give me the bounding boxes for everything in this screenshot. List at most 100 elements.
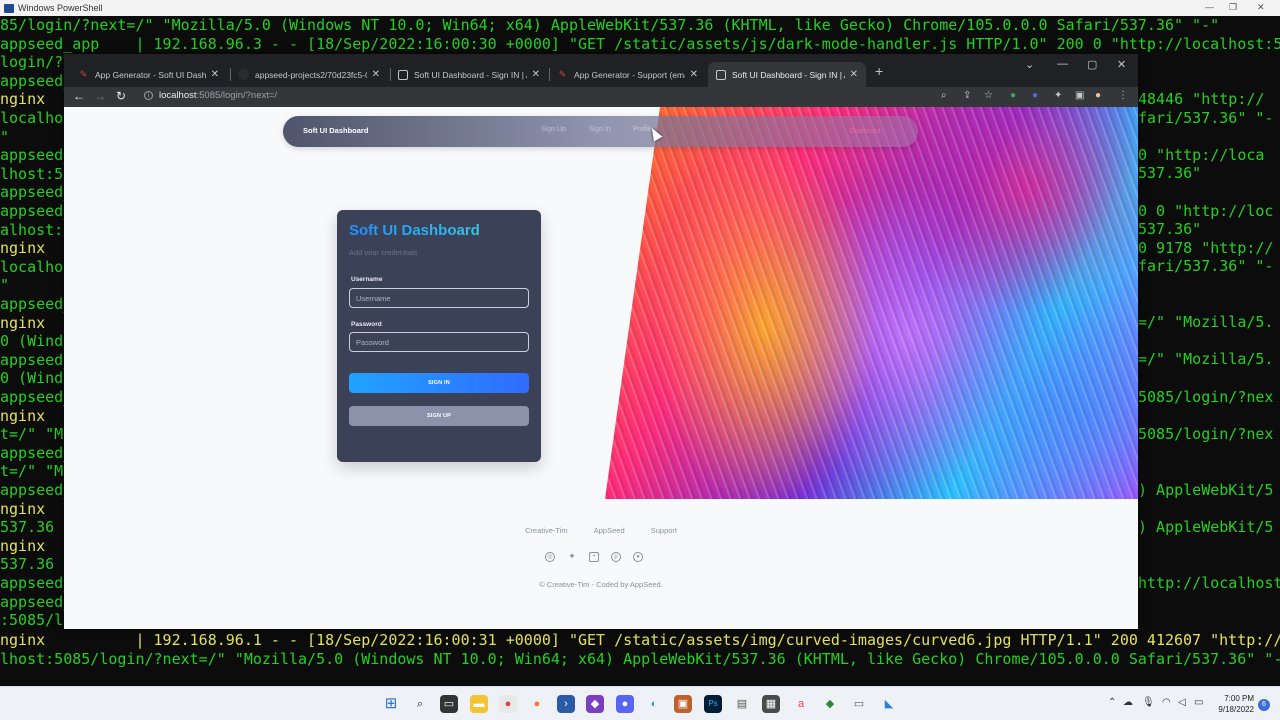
instagram-icon[interactable]: • xyxy=(589,552,599,562)
tab-5-active[interactable]: Soft UI Dashboard - Sign IN | Ap ✕ xyxy=(708,62,866,87)
notification-badge[interactable]: 6 xyxy=(1258,699,1270,711)
appgen-icon: ✎ xyxy=(79,69,88,79)
github-icon[interactable]: ● xyxy=(633,552,643,562)
back-arrow-icon[interactable]: ← xyxy=(73,89,85,103)
system-clock[interactable]: 7:00 PM 9/18/2022 xyxy=(1210,693,1254,715)
terminal-line-right: 5085/login/?nex xyxy=(1138,424,1274,443)
minimize-button[interactable]: — xyxy=(1057,58,1068,70)
edge-icon[interactable]: ◐ xyxy=(645,695,663,713)
terminal-line-right: fari/537.36" "- xyxy=(1138,108,1274,127)
close-tab-icon[interactable]: ✕ xyxy=(532,69,540,80)
app-icon[interactable]: ◆ xyxy=(821,695,839,713)
share-icon[interactable]: ⇪ xyxy=(963,90,971,101)
terminal-line: login/?n xyxy=(0,53,64,72)
close-tab-icon[interactable]: ✕ xyxy=(211,69,219,80)
footer-link-support[interactable]: Support xyxy=(651,526,677,535)
photoshop-icon[interactable]: Ps xyxy=(704,695,722,713)
tab-4[interactable]: ✎ App Generator - Support (email ✕ xyxy=(549,62,706,87)
close-button[interactable]: ✕ xyxy=(1117,58,1126,71)
card-subtitle: Add your credentials xyxy=(349,248,418,257)
tab-title: App Generator - Support (email xyxy=(574,69,685,80)
password-input[interactable] xyxy=(349,332,529,352)
extensions-puzzle-icon[interactable]: ✦ xyxy=(1054,90,1062,101)
tab-strip: ✎ App Generator - Soft UI Dashbo ✕ appse… xyxy=(64,54,1138,87)
site-info-icon[interactable]: i xyxy=(144,91,153,100)
terminal-line: nginx xyxy=(0,406,46,425)
zoom-icon[interactable]: ⌕ xyxy=(941,90,947,101)
screen-icon[interactable]: ▭ xyxy=(850,695,868,713)
nav-link-signin[interactable]: Sign In xyxy=(589,126,611,133)
tab-search-icon[interactable]: ⌄ xyxy=(1025,58,1034,71)
app-icon[interactable]: ▣ xyxy=(674,695,692,713)
page-content: Soft UI Dashboard Sign Up Sign In Profil… xyxy=(64,107,1138,629)
minimize-button[interactable]: — xyxy=(1205,2,1214,12)
start-windows-icon[interactable]: ⊞ xyxy=(382,695,400,713)
username-input[interactable] xyxy=(349,288,529,308)
task-view-icon[interactable]: ▭ xyxy=(440,695,458,713)
twitter-icon[interactable]: ✦ xyxy=(567,552,577,562)
signup-button[interactable]: SIGN UP xyxy=(349,406,529,426)
search-icon[interactable]: ⌕ xyxy=(411,695,429,713)
url-text[interactable]: localhost:5085/login/?next=/ xyxy=(159,90,277,101)
nav-link-signup[interactable]: Sign Up xyxy=(541,126,566,133)
terminal-line: 537.36 ( xyxy=(0,518,64,537)
terminal-icon[interactable]: ▤ xyxy=(733,695,751,713)
terminal-line: t=/" "Mo xyxy=(0,462,64,481)
download-button[interactable]: Download xyxy=(835,124,895,139)
maximize-button[interactable]: ❐ xyxy=(1229,2,1237,13)
reload-icon[interactable]: ↻ xyxy=(116,89,126,103)
tab-1[interactable]: ✎ App Generator - Soft UI Dashbo ✕ xyxy=(70,62,227,87)
chrome-icon[interactable]: ● xyxy=(499,695,517,713)
app-icon[interactable]: ▦ xyxy=(762,695,780,713)
maximize-button[interactable]: ▢ xyxy=(1087,58,1097,71)
terminal-line: " xyxy=(0,127,10,146)
terminal-line-right: 5085/login/?nex xyxy=(1138,387,1274,406)
terminal-line-right: ) AppleWebKit/5 xyxy=(1138,480,1274,499)
footer-link-creative-tim[interactable]: Creative-Tim xyxy=(525,526,568,535)
volume-icon[interactable]: ◁ xyxy=(1178,697,1186,708)
microphone-icon[interactable]: 🎙 xyxy=(1142,697,1155,708)
terminal-line: appseed_ xyxy=(0,481,64,499)
close-tab-icon[interactable]: ✕ xyxy=(372,69,380,80)
extension-icon[interactable]: ● xyxy=(1032,90,1038,101)
tab-3[interactable]: Soft UI Dashboard - Sign IN | Ap ✕ xyxy=(390,62,548,87)
bookmark-star-icon[interactable]: ☆ xyxy=(984,90,993,101)
close-tab-icon[interactable]: ✕ xyxy=(850,69,858,80)
terminal-line-right: =/" "Mozilla/5. xyxy=(1138,350,1274,369)
dribbble-icon[interactable]: ◎ xyxy=(545,552,555,562)
powershell-taskbar-icon[interactable]: › xyxy=(557,695,575,713)
cloud-icon[interactable]: ☁ xyxy=(1123,697,1133,708)
close-button[interactable]: ✕ xyxy=(1257,2,1265,13)
firefox-icon[interactable]: ● xyxy=(528,695,546,713)
app-icon[interactable]: ◆ xyxy=(586,695,604,713)
terminal-line: nginx | 192.168.96.1 - - [18/Sep/2022:16… xyxy=(0,631,1280,649)
pinterest-icon[interactable]: p xyxy=(611,552,621,562)
address-bar[interactable]: i localhost:5085/login/?next=/ xyxy=(139,88,933,105)
card-title: Soft UI Dashboard xyxy=(349,222,480,239)
tab-2[interactable]: appseed-projects2/70d23fc5-00 ✕ xyxy=(230,62,388,87)
top-navbar: Soft UI Dashboard Sign Up Sign In Profil… xyxy=(283,116,918,147)
side-panel-icon[interactable]: ▣ xyxy=(1075,90,1084,101)
terminal-line: localhos xyxy=(0,109,64,127)
forward-arrow-icon[interactable]: → xyxy=(94,89,106,103)
battery-icon[interactable]: ▭ xyxy=(1194,697,1203,708)
navbar-brand[interactable]: Soft UI Dashboard xyxy=(303,126,368,135)
wifi-icon[interactable]: ◠ xyxy=(1162,697,1171,708)
new-tab-button[interactable]: + xyxy=(875,63,883,79)
close-tab-icon[interactable]: ✕ xyxy=(690,69,698,80)
grammarly-icon[interactable]: ● xyxy=(1010,90,1016,101)
terminal-line: appseed_ xyxy=(0,592,64,611)
menu-kebab-icon[interactable]: ⋮ xyxy=(1118,90,1128,101)
vscode-icon[interactable]: ◣ xyxy=(880,695,898,713)
file-explorer-icon[interactable]: ▬ xyxy=(470,695,488,713)
app-icon[interactable]: a xyxy=(792,695,810,713)
tab-title: Soft UI Dashboard - Sign IN | Ap xyxy=(414,69,527,80)
profile-avatar[interactable]: ● xyxy=(1095,90,1101,101)
footer-link-appseed[interactable]: AppSeed xyxy=(594,526,625,535)
footer-links: Creative-Tim AppSeed Support xyxy=(64,526,1138,535)
signin-button[interactable]: SIGN IN xyxy=(349,373,529,393)
terminal-line-right: 48446 "http:// xyxy=(1138,90,1265,108)
terminal-line: 0 (Windo xyxy=(0,369,64,388)
tray-chevron-icon[interactable]: ⌃ xyxy=(1108,697,1116,708)
discord-icon[interactable]: ● xyxy=(616,695,634,713)
